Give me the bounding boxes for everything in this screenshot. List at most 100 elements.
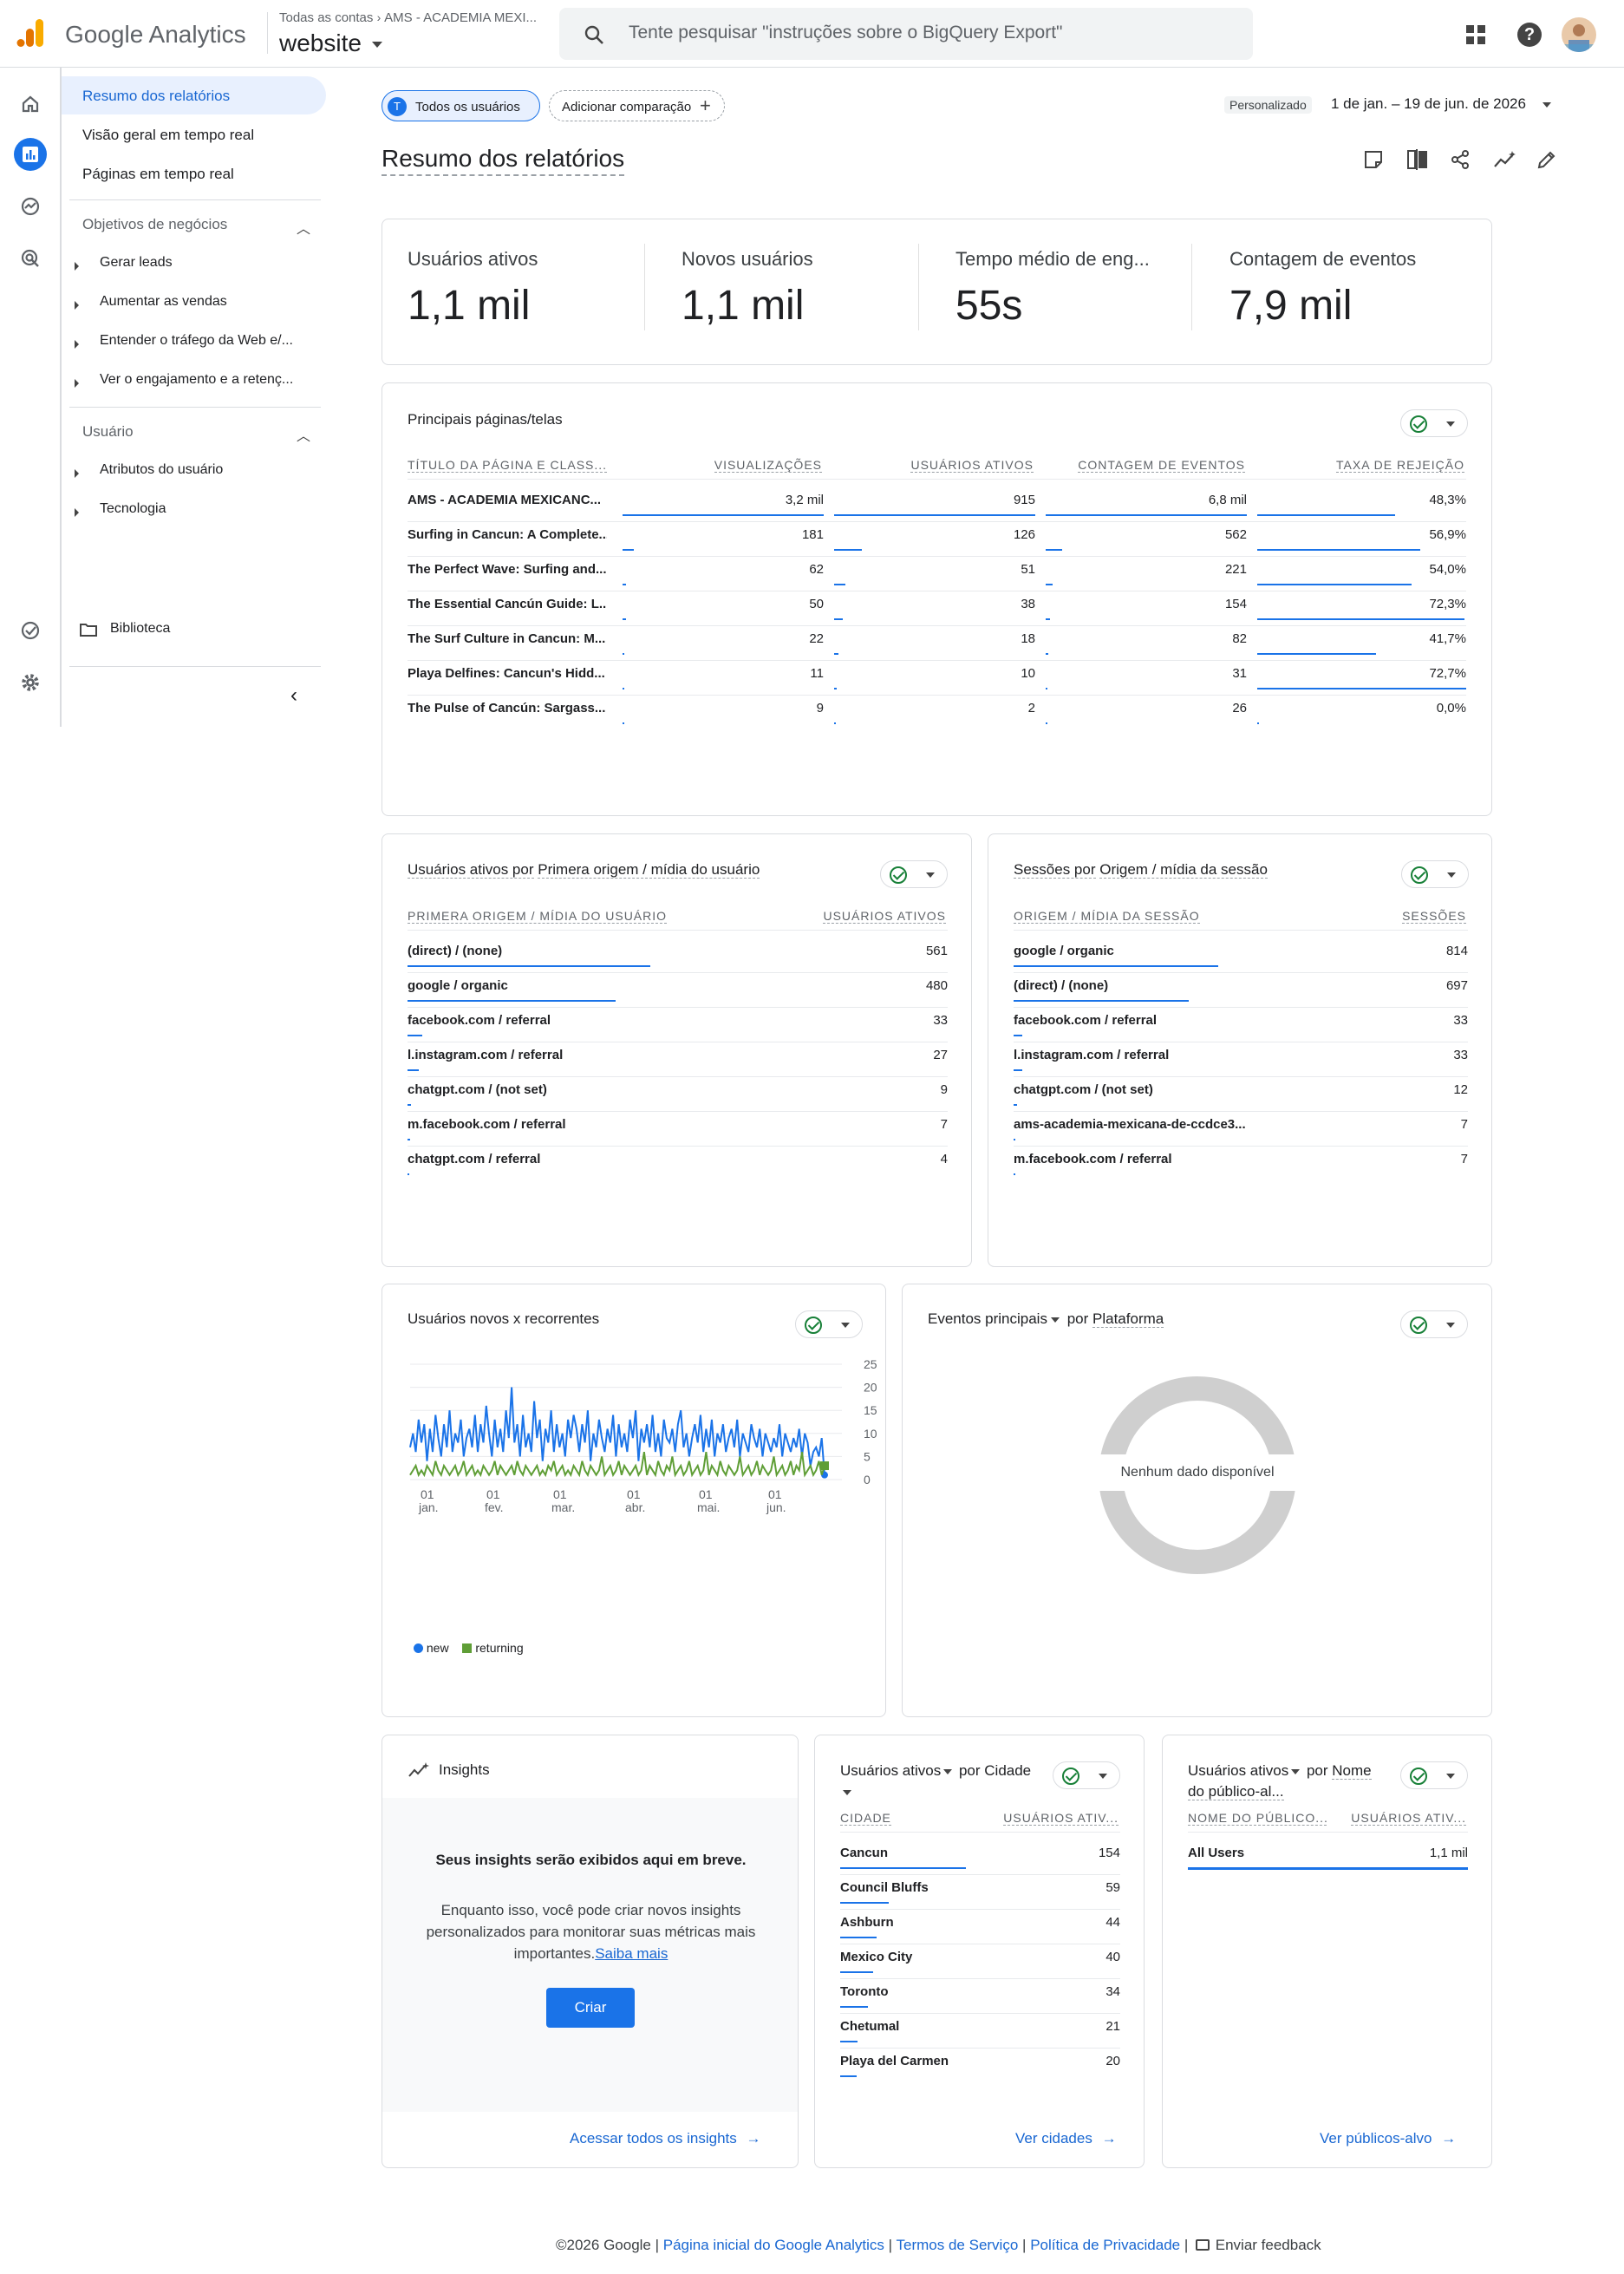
table-header[interactable]: PRIMERA ORIGEM / MÍDIA DO USUÁRIO [408,909,668,924]
expand-arrow-icon[interactable] [75,508,79,517]
table-row[interactable]: l.instagram.com / referral 27 [382,1042,973,1077]
footer-terms-link[interactable]: Termos de Serviço [897,2237,1019,2253]
breadcrumb-account[interactable]: AMS - ACADEMIA MEXI... [384,10,537,25]
apps-grid-icon[interactable] [1465,24,1486,45]
row-label[interactable]: l.instagram.com / referral [1014,1048,1407,1062]
table-row[interactable]: All Users 1,1 mil [1163,1840,1493,1875]
expand-arrow-icon[interactable] [75,469,79,478]
table-row[interactable]: Playa Delfines: Cancun's Hidd... 11 10 31 72… [382,661,1493,696]
nav-item-user-attributes[interactable]: Atributos do usuário [100,462,223,478]
caret-down-icon[interactable] [943,1768,953,1774]
view-all-insights-link[interactable]: Acessar todos os insights → [570,2130,761,2147]
dimension-selector[interactable]: Cidade [984,1762,1031,1779]
compare-icon[interactable] [1406,149,1429,174]
series-line-new[interactable] [409,1387,825,1475]
breadcrumb-root[interactable]: Todas as contas [279,10,373,25]
row-label[interactable]: facebook.com / referral [1014,1013,1407,1028]
table-row[interactable]: (direct) / (none) 697 [988,973,1493,1008]
row-label[interactable]: (direct) / (none) [408,944,887,958]
card-options-button[interactable] [1400,1310,1468,1338]
help-icon[interactable]: ? [1517,23,1542,47]
row-label[interactable]: Ashburn [840,1915,1060,1930]
table-row[interactable]: Council Bluffs 59 [815,1875,1145,1910]
row-label[interactable]: facebook.com / referral [408,1013,887,1028]
card-options-button[interactable] [1400,1761,1468,1789]
insights-trend-icon[interactable] [1493,149,1517,174]
row-label[interactable]: m.facebook.com / referral [1014,1152,1407,1166]
caret-down-icon[interactable] [1291,1768,1301,1774]
table-row[interactable]: The Surf Culture in Cancun: M... 22 18 82 41… [382,626,1493,661]
dimension-label[interactable]: Primera origem / mídia do usuário [538,861,760,879]
table-row[interactable]: facebook.com / referral 33 [988,1008,1493,1042]
table-row[interactable]: m.facebook.com / referral 7 [382,1112,973,1147]
card-options-button[interactable] [1400,409,1468,437]
row-label[interactable]: m.facebook.com / referral [408,1117,887,1132]
table-row[interactable]: google / organic 480 [382,973,973,1008]
footer-privacy-link[interactable]: Política de Privacidade [1030,2237,1180,2253]
nav-section-business-objectives[interactable]: Objetivos de negócios [82,216,227,233]
row-title[interactable]: Surfing in Cancun: A Complete... [408,527,607,542]
row-label[interactable]: (direct) / (none) [1014,978,1407,993]
nav-item-reports-snapshot[interactable]: Resumo dos relatórios [82,88,230,105]
table-row[interactable]: ams-academia-mexicana-de-ccdce3... 7 [988,1112,1493,1147]
metric-selector[interactable]: Eventos principais [928,1310,1047,1327]
expand-arrow-icon[interactable] [75,340,79,349]
table-row[interactable]: The Pulse of Cancún: Sargass... 9 2 26 0,0% [382,696,1493,730]
nav-section-user[interactable]: Usuário [82,423,134,441]
metric-label[interactable]: Usuários ativos por [408,861,534,879]
search-bar[interactable]: Tente pesquisar "instruções sobre o BigQ… [559,8,1253,60]
settings-gear-icon[interactable] [14,666,47,699]
row-label[interactable]: Playa del Carmen [840,2054,1060,2068]
row-label[interactable]: Council Bluffs [840,1880,1060,1895]
metric-selector[interactable]: Usuários ativos [1188,1762,1288,1779]
table-header[interactable]: CONTAGEM DE EVENTOS [1078,458,1245,473]
table-header[interactable]: TÍTULO DA PÁGINA E CLASS... [408,458,607,473]
avatar[interactable] [1562,17,1596,52]
table-header[interactable]: USUÁRIOS ATIV... [1351,1811,1466,1826]
table-header[interactable]: ORIGEM / MÍDIA DA SESSÃO [1014,909,1200,924]
table-row[interactable]: (direct) / (none) 561 [382,938,973,973]
edit-pencil-icon[interactable] [1536,149,1557,174]
row-title[interactable]: Playa Delfines: Cancun's Hidd... [408,666,607,681]
nav-item-technology[interactable]: Tecnologia [100,501,166,517]
card-options-button[interactable] [1401,860,1469,888]
table-row[interactable]: Toronto 34 [815,1979,1145,2014]
row-label[interactable]: Cancun [840,1846,1060,1860]
advertising-icon[interactable] [14,242,47,275]
home-icon[interactable] [14,88,47,121]
table-header[interactable]: USUÁRIOS ATIV... [1003,1811,1119,1826]
row-title[interactable]: AMS - ACADEMIA MEXICANC... [408,493,607,507]
share-icon[interactable] [1450,149,1471,174]
row-label[interactable]: google / organic [408,978,887,993]
card-options-button[interactable] [880,860,948,888]
caret-down-icon[interactable] [843,1789,851,1795]
table-row[interactable]: The Perfect Wave: Surfing and... 62 51 221 5… [382,557,1493,591]
property-selector[interactable]: website [279,29,382,57]
table-header[interactable]: NOME DO PÚBLICO... [1188,1811,1327,1826]
card-options-button[interactable] [1053,1761,1120,1789]
reports-icon[interactable] [14,138,47,171]
explore-icon[interactable] [14,190,47,223]
table-header[interactable]: USUÁRIOS ATIVOS [910,458,1034,473]
row-label[interactable]: Chetumal [840,2019,1060,2034]
row-label[interactable]: google / organic [1014,944,1407,958]
row-label[interactable]: chatgpt.com / (not set) [408,1082,887,1097]
add-comparison-button[interactable]: Adicionar comparação + [549,90,725,121]
footer-feedback-link[interactable]: Enviar feedback [1216,2237,1321,2253]
dimension-label[interactable]: Origem / mídia da sessão [1099,861,1268,879]
table-row[interactable]: Surfing in Cancun: A Complete... 181 126 56… [382,522,1493,557]
search-input[interactable]: Tente pesquisar "instruções sobre o BigQ… [629,23,1063,43]
dimension-label[interactable]: Plataforma [1092,1310,1164,1328]
table-header[interactable]: TAXA DE REJEIÇÃO [1336,458,1464,473]
table-row[interactable]: facebook.com / referral 33 [382,1008,973,1042]
table-row[interactable]: l.instagram.com / referral 33 [988,1042,1493,1077]
table-row[interactable]: Ashburn 44 [815,1910,1145,1944]
analytics-logo-icon[interactable] [15,17,46,49]
view-cities-link[interactable]: Ver cidades → [1015,2130,1117,2147]
row-title[interactable]: The Essential Cancún Guide: L... [408,597,607,611]
expand-arrow-icon[interactable] [75,379,79,388]
row-title[interactable]: The Surf Culture in Cancun: M... [408,631,607,646]
table-row[interactable]: Playa del Carmen 20 [815,2049,1145,2083]
nav-item-engagement[interactable]: Ver o engajamento e a retenç... [100,372,293,388]
view-audiences-link[interactable]: Ver públicos-alvo → [1320,2130,1456,2147]
